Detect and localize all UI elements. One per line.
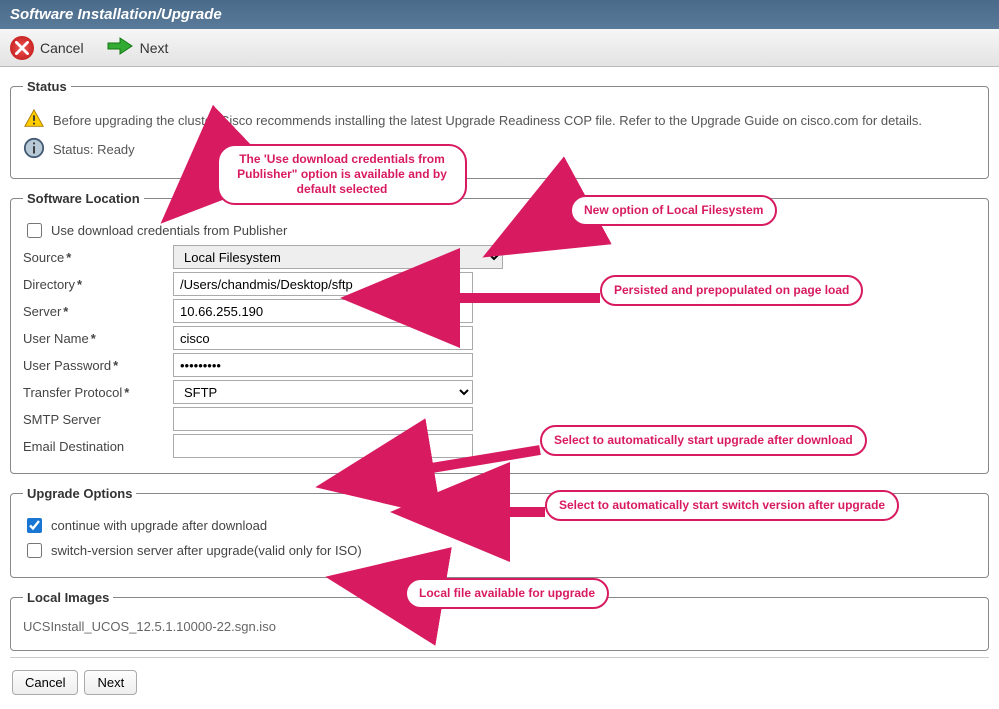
separator: [10, 657, 989, 658]
username-label: User Name: [23, 331, 173, 346]
software-location-fieldset: Software Location Use download credentia…: [10, 191, 989, 474]
protocol-label: Transfer Protocol: [23, 385, 173, 400]
smtp-input[interactable]: [173, 407, 473, 431]
password-input[interactable]: [173, 353, 473, 377]
warning-icon: [23, 108, 45, 133]
toolbar: Cancel Next: [0, 29, 999, 67]
continue-upgrade-checkbox[interactable]: [27, 518, 42, 533]
switch-version-label: switch-version server after upgrade(vali…: [51, 543, 362, 558]
source-label: Source: [23, 250, 173, 265]
email-input[interactable]: [173, 434, 473, 458]
protocol-select[interactable]: SFTP: [173, 380, 473, 404]
use-publisher-label: Use download credentials from Publisher: [51, 223, 287, 238]
cancel-label: Cancel: [40, 40, 84, 56]
next-button-top[interactable]: Next: [106, 35, 169, 60]
bottom-button-bar: Cancel Next: [0, 664, 999, 709]
software-location-legend: Software Location: [23, 191, 144, 206]
switch-version-checkbox[interactable]: [27, 543, 42, 558]
source-select[interactable]: Local Filesystem: [173, 245, 503, 269]
cancel-icon: [10, 36, 34, 60]
server-label: Server: [23, 304, 173, 319]
cancel-button-top[interactable]: Cancel: [10, 36, 84, 60]
status-ready-text: Status: Ready: [53, 142, 135, 157]
email-label: Email Destination: [23, 439, 173, 454]
password-label: User Password: [23, 358, 173, 373]
next-button-bottom[interactable]: Next: [84, 670, 137, 695]
smtp-label: SMTP Server: [23, 412, 173, 427]
username-input[interactable]: [173, 326, 473, 350]
directory-input[interactable]: [173, 272, 473, 296]
directory-label: Directory: [23, 277, 173, 292]
local-images-fieldset: Local Images UCSInstall_UCOS_12.5.1.1000…: [10, 590, 989, 651]
next-label: Next: [140, 40, 169, 56]
status-warning-text: Before upgrading the cluster Cisco recom…: [53, 113, 922, 128]
next-arrow-icon: [106, 35, 134, 60]
cancel-button-bottom[interactable]: Cancel: [12, 670, 78, 695]
upgrade-options-legend: Upgrade Options: [23, 486, 136, 501]
status-legend: Status: [23, 79, 71, 94]
info-icon: [23, 137, 45, 162]
status-fieldset: Status Before upgrading the cluster Cisc…: [10, 79, 989, 179]
local-image-file: UCSInstall_UCOS_12.5.1.10000-22.sgn.iso: [23, 615, 976, 638]
continue-upgrade-label: continue with upgrade after download: [51, 518, 267, 533]
server-input[interactable]: [173, 299, 473, 323]
local-images-legend: Local Images: [23, 590, 113, 605]
upgrade-options-fieldset: Upgrade Options continue with upgrade af…: [10, 486, 989, 578]
page-title: Software Installation/Upgrade: [0, 0, 999, 29]
use-publisher-checkbox[interactable]: [27, 223, 42, 238]
